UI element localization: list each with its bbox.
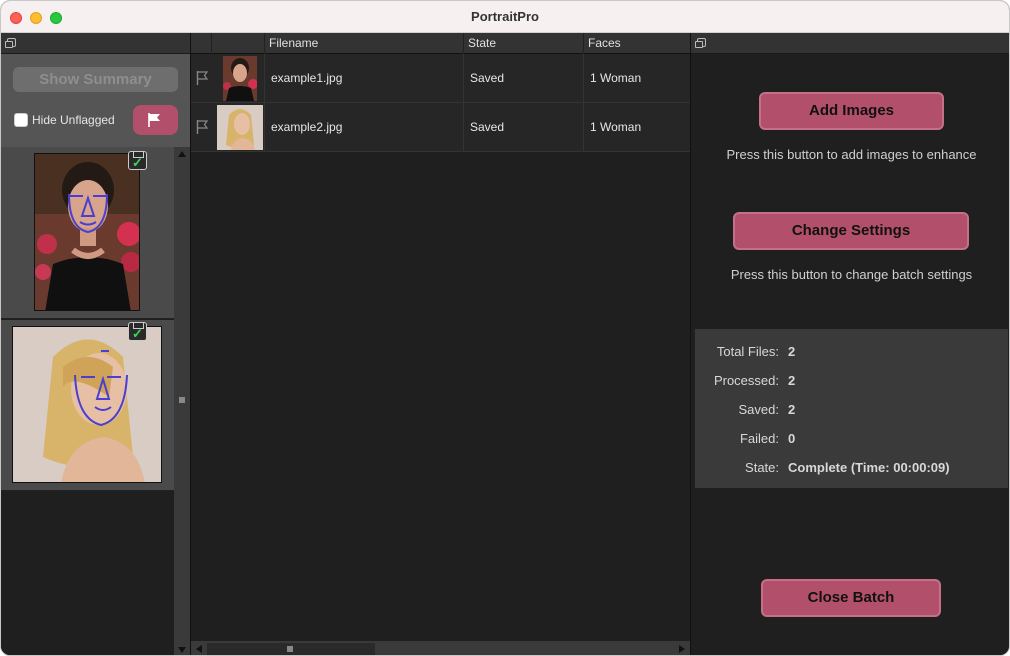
hide-unflagged-label: Hide Unflagged [32, 113, 115, 127]
app-window: PortraitPro Show Summary Hide Unflagged [0, 0, 1010, 656]
table-row[interactable]: example2.jpg Saved 1 Woman [191, 103, 690, 152]
add-images-button[interactable]: Add Images [759, 92, 944, 130]
file-table: Filename State Faces example1.jpg Saved … [190, 33, 690, 655]
change-settings-hint: Press this button to change batch settin… [730, 267, 973, 282]
flag-icon [196, 120, 209, 134]
window-title: PortraitPro [471, 9, 539, 24]
flag-icon [196, 71, 209, 85]
thumbnail-item[interactable]: ✓ [1, 147, 174, 319]
flag-column-header[interactable] [191, 33, 211, 54]
processed-value: 2 [788, 373, 796, 388]
state-cell: Saved [463, 103, 583, 151]
filter-controls: Show Summary Hide Unflagged [1, 54, 190, 147]
scroll-left-icon[interactable] [196, 645, 202, 653]
thumbnail-scrollbar[interactable] [174, 147, 190, 655]
checkmark-icon: ✓ [132, 326, 143, 341]
table-row[interactable]: example1.jpg Saved 1 Woman [191, 54, 690, 103]
failed-value: 0 [788, 431, 796, 446]
scroll-right-icon[interactable] [679, 645, 685, 653]
close-batch-button[interactable]: Close Batch [761, 579, 941, 617]
left-panel: Show Summary Hide Unflagged ✓ ✓ [1, 33, 190, 655]
thumbnail-column-header[interactable] [211, 33, 264, 54]
failed-label: Failed: [739, 431, 779, 446]
filename-cell: example2.jpg [264, 103, 463, 151]
add-images-hint: Press this button to add images to enhan… [726, 147, 977, 162]
table-horizontal-scrollbar[interactable] [191, 641, 690, 655]
flag-cell[interactable] [191, 103, 211, 151]
right-panel-header [691, 33, 1009, 54]
row-thumbnail [217, 105, 263, 150]
thumbnail-item[interactable]: ✓ [1, 320, 174, 491]
batch-panel: Add Images Press this button to add imag… [690, 33, 1009, 655]
flag-button[interactable] [133, 105, 178, 135]
left-panel-header [1, 33, 190, 54]
flag-icon [148, 113, 160, 127]
checkmark-icon: ✓ [132, 155, 143, 170]
show-summary-button[interactable]: Show Summary [13, 67, 178, 92]
scroll-up-icon[interactable] [178, 151, 186, 157]
total-files-label: Total Files: [716, 344, 779, 359]
thumbnail-list[interactable]: ✓ ✓ [1, 147, 174, 655]
state-value: Complete (Time: 00:00:09) [788, 460, 950, 475]
processed-label: Processed: [713, 373, 779, 388]
portrait-thumbnail-1[interactable] [34, 153, 140, 311]
state-column-header[interactable]: State [463, 33, 583, 54]
state-cell: Saved [463, 54, 583, 102]
filename-cell: example1.jpg [264, 54, 463, 102]
dock-icon[interactable] [695, 38, 706, 48]
faces-column-header[interactable]: Faces [583, 33, 690, 54]
scroll-grip[interactable] [287, 646, 293, 652]
row-thumbnail [223, 56, 257, 101]
state-label: State: [745, 460, 779, 475]
batch-stats: Total Files: 2 Processed: 2 Saved: 2 Fai… [695, 329, 1008, 488]
title-bar: PortraitPro [1, 1, 1009, 33]
faces-cell: 1 Woman [583, 54, 690, 102]
flag-cell[interactable] [191, 54, 211, 102]
portrait-thumbnail-2[interactable] [12, 326, 162, 483]
table-header: Filename State Faces [191, 33, 690, 54]
faces-cell: 1 Woman [583, 103, 690, 151]
change-settings-button[interactable]: Change Settings [733, 212, 969, 250]
scroll-down-icon[interactable] [178, 647, 186, 653]
dock-icon[interactable] [5, 38, 16, 48]
total-files-value: 2 [788, 344, 796, 359]
filename-column-header[interactable]: Filename [264, 33, 463, 54]
saved-label: Saved: [738, 402, 779, 417]
scroll-grip[interactable] [179, 397, 185, 403]
saved-value: 2 [788, 402, 796, 417]
hide-unflagged-checkbox[interactable] [14, 113, 28, 127]
